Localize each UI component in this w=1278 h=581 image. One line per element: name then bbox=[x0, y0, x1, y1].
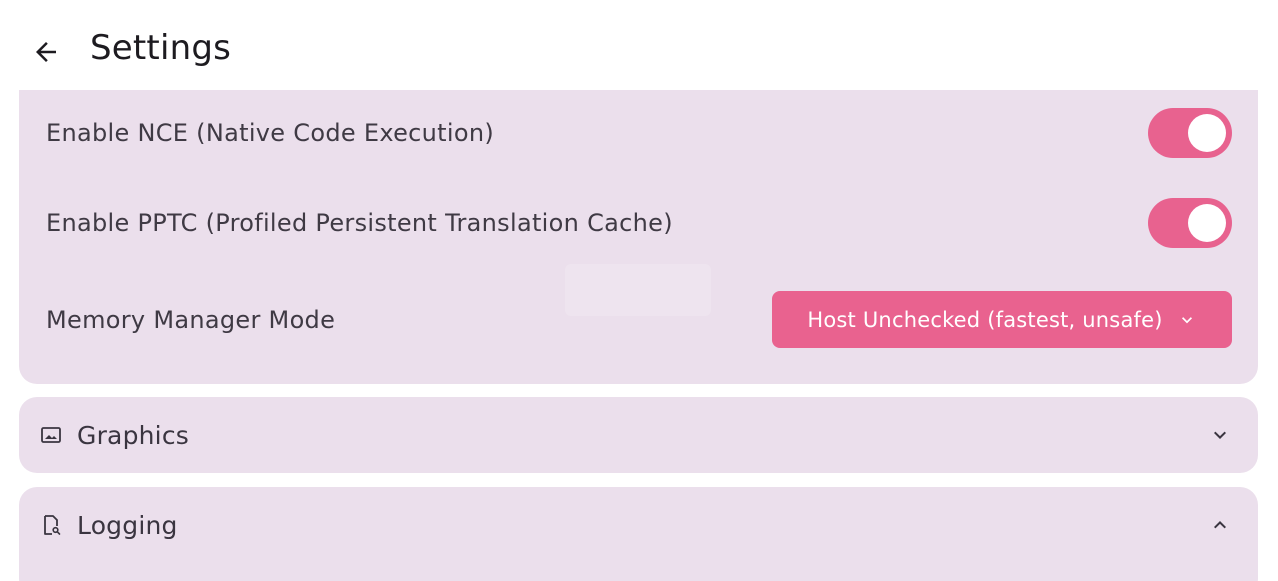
nce-setting-row[interactable]: Enable NCE (Native Code Execution) bbox=[19, 108, 1258, 158]
pptc-setting-row[interactable]: Enable PPTC (Profiled Persistent Transla… bbox=[19, 198, 1258, 248]
pptc-switch[interactable] bbox=[1148, 198, 1232, 248]
chevron-down-icon bbox=[1181, 316, 1192, 323]
switch-thumb bbox=[1188, 114, 1226, 152]
nce-label: Enable NCE (Native Code Execution) bbox=[46, 119, 494, 147]
switch-thumb bbox=[1188, 204, 1226, 242]
dropdown-selected-value: Host Unchecked (fastest, unsafe) bbox=[807, 307, 1163, 332]
graphics-section-title: Graphics bbox=[77, 420, 190, 450]
file-search-icon bbox=[44, 515, 61, 535]
chevron-down-icon bbox=[1214, 431, 1226, 439]
cpu-settings-card: Enable NCE (Native Code Execution) Enabl… bbox=[19, 90, 1258, 384]
logging-section: Logging bbox=[19, 487, 1258, 581]
chevron-up-icon bbox=[1214, 521, 1226, 529]
logging-section-header[interactable]: Logging bbox=[19, 487, 1258, 563]
graphics-section-header[interactable]: Graphics bbox=[19, 397, 1258, 473]
back-button[interactable] bbox=[24, 30, 68, 74]
graphics-section: Graphics bbox=[19, 397, 1258, 473]
nce-switch[interactable] bbox=[1148, 108, 1232, 158]
image-icon bbox=[41, 427, 61, 443]
memory-manager-label: Memory Manager Mode bbox=[46, 305, 336, 334]
arrow-left-icon bbox=[36, 42, 56, 62]
page-title: Settings bbox=[90, 28, 232, 68]
ghost-overlay bbox=[565, 264, 711, 316]
memory-manager-dropdown[interactable]: Host Unchecked (fastest, unsafe) bbox=[772, 291, 1232, 348]
settings-screen: Settings Enable NCE (Native Code Executi… bbox=[0, 0, 1278, 581]
top-app-bar: Settings bbox=[0, 0, 1278, 102]
logging-section-title: Logging bbox=[77, 510, 178, 540]
pptc-label: Enable PPTC (Profiled Persistent Transla… bbox=[46, 209, 673, 237]
